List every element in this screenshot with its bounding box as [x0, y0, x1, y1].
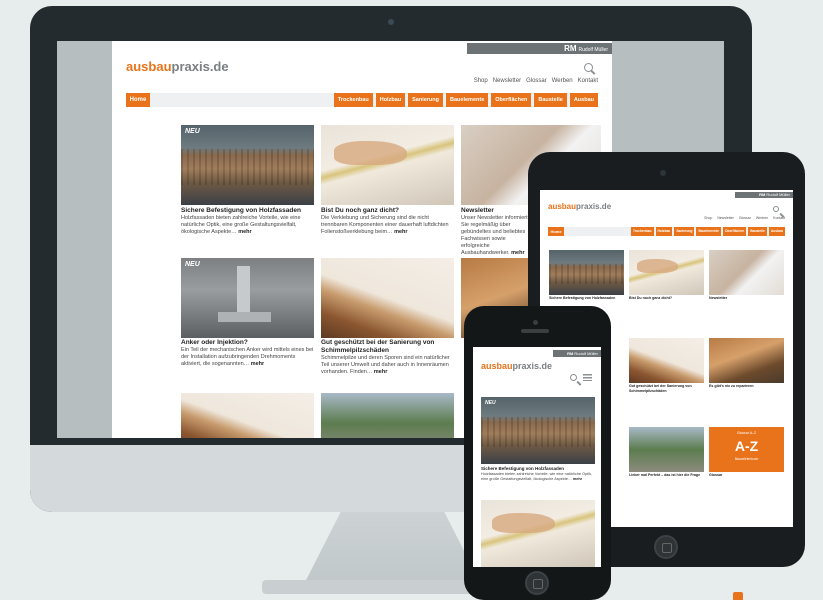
article-teaser: Holzfassaden bieten zahlreiche Vorteile,… [181, 215, 301, 235]
more-link[interactable]: mehr [511, 250, 524, 256]
article-image[interactable] [629, 338, 704, 383]
article-title[interactable]: Newsletter [709, 296, 784, 301]
glossary-tile[interactable]: Glossar A–Z A-Z Bauwörterbuch [709, 427, 784, 472]
publisher-brand[interactable]: RM Rudolf Müller [759, 191, 790, 198]
article-title[interactable]: Lieber mal Perfekt – das ist hier die Fr… [629, 473, 704, 478]
nav-item-bauelemente[interactable]: Bauelemente [446, 93, 489, 107]
nav-item-trockenbau[interactable]: Trockenbau [333, 93, 373, 107]
article-teaser: Die Verklebung und Sicherung sind die ni… [321, 215, 449, 235]
article-image[interactable] [321, 125, 454, 205]
article-image[interactable] [321, 258, 454, 338]
article-caption: Anker oder Injektion? Ein Teil der mecha… [181, 339, 314, 368]
article-image[interactable] [629, 250, 704, 295]
article-caption: Sichere Befestigung von Holzfassaden Hol… [481, 466, 595, 482]
article-title[interactable]: Sichere Befestigung von Holzfassaden [181, 207, 314, 215]
more-link[interactable]: mehr [573, 477, 582, 481]
main-nav: Home Trockenbau Holzbau Sanierung Bauele… [548, 227, 785, 236]
article-image[interactable] [709, 250, 784, 295]
glossary-az-mark: A-Z [734, 438, 759, 454]
site-logo[interactable]: ausbaupraxis.de [126, 59, 229, 74]
corner-accent-mark [733, 592, 743, 600]
nav-home[interactable]: Home [548, 227, 564, 236]
new-badge: NEU [185, 128, 200, 135]
article-title[interactable]: Bist Du noch ganz dicht? [629, 296, 704, 301]
nav-item-sanierung[interactable]: Sanierung [408, 93, 444, 107]
article-title[interactable]: Gut geschützt bei der Sanierung von Schi… [321, 339, 454, 355]
article-image[interactable] [181, 393, 314, 438]
nav-item-ausbau[interactable]: Ausbau [569, 93, 598, 107]
more-link[interactable]: mehr [394, 229, 407, 235]
article-image[interactable] [321, 393, 454, 438]
site-logo[interactable]: ausbaupraxis.de [481, 361, 552, 371]
article-teaser: Unser Newsletter informiert Sie regelmäß… [461, 215, 528, 256]
menu-icon[interactable] [583, 374, 592, 381]
nav-home[interactable]: Home [126, 93, 150, 107]
article-image[interactable] [629, 427, 704, 472]
nav-items: Trockenbau Holzbau Sanierung Bauelemente… [630, 227, 785, 236]
publisher-brand[interactable]: RM Rudolf Müller [567, 350, 598, 357]
phone-home-button[interactable] [525, 571, 549, 595]
new-badge: NEU [185, 261, 200, 268]
article-image[interactable] [709, 338, 784, 383]
article-image[interactable] [481, 500, 595, 567]
phone-webpage: RM Rudolf Müller ausbaupraxis.de NEU Sic… [473, 347, 601, 567]
article-title[interactable]: Es gibt’s nix zu reparieren [709, 384, 784, 389]
search-icon[interactable] [773, 206, 779, 212]
new-badge: NEU [485, 400, 496, 406]
nav-item-holzbau[interactable]: Holzbau [375, 93, 406, 107]
article-teaser: Ein Teil der mechanischen Anker wird mit… [181, 347, 314, 367]
article-title[interactable]: Glossar [709, 473, 784, 478]
tablet-home-button[interactable] [654, 535, 678, 559]
article-image[interactable]: NEU [181, 258, 314, 338]
tablet-camera [660, 170, 666, 176]
top-link-glossar[interactable]: Glossar [526, 78, 547, 84]
top-links: Shop Newsletter Glossar Werben Kontakt [704, 216, 785, 220]
publisher-brand[interactable]: RM Rudolf Müller [564, 43, 608, 54]
top-link-newsletter[interactable]: Newsletter [493, 78, 521, 84]
article-title[interactable]: Anker oder Injektion? [181, 339, 314, 347]
article-caption: Gut geschützt bei der Sanierung von Schi… [321, 339, 454, 376]
article-teaser: Schimmelpilze und deren Sporen sind ein … [321, 355, 450, 375]
article-teaser: Holzfassaden bieten zahlreiche Vorteile,… [481, 472, 593, 481]
main-nav: Home Trockenbau Holzbau Sanierung Bauele… [126, 93, 598, 107]
article-caption: Newsletter Unser Newsletter informiert S… [461, 207, 531, 257]
search-icon[interactable] [570, 374, 577, 381]
nav-item-oberflaechen[interactable]: Oberflächen [491, 93, 532, 107]
article-image[interactable]: NEU [181, 125, 314, 205]
top-link-kontakt[interactable]: Kontakt [578, 78, 598, 84]
article-caption: Sichere Befestigung von Holzfassaden Hol… [181, 207, 314, 236]
glossary-label-bottom: Bauwörterbuch [734, 457, 759, 461]
phone-camera [533, 320, 538, 325]
site-logo[interactable]: ausbaupraxis.de [548, 202, 611, 211]
article-image[interactable]: NEU [481, 397, 595, 464]
article-title[interactable]: Bist Du noch ganz dicht? [321, 207, 454, 215]
article-image[interactable] [549, 250, 624, 295]
more-link[interactable]: mehr [238, 229, 251, 235]
monitor-camera [388, 19, 394, 25]
search-icon[interactable] [584, 63, 593, 72]
article-caption: Bist Du noch ganz dicht? Die Verklebung … [321, 207, 454, 236]
glossary-label-top: Glossar A–Z [736, 431, 757, 435]
article-title[interactable]: Gut geschützt bei der Sanierung von Schi… [629, 384, 704, 394]
nav-items: Trockenbau Holzbau Sanierung Bauelemente… [333, 93, 598, 107]
article-title[interactable]: Sichere Befestigung von Holzfassaden [549, 296, 624, 301]
top-link-shop[interactable]: Shop [474, 78, 488, 84]
article-title[interactable]: Newsletter [461, 207, 531, 215]
more-link[interactable]: mehr [374, 369, 387, 375]
brand-bar: RM Rudolf Müller [112, 43, 612, 54]
nav-item-baustelle[interactable]: Baustelle [534, 93, 567, 107]
top-link-werben[interactable]: Werben [552, 78, 573, 84]
phone-speaker [521, 329, 549, 333]
top-links: Shop Newsletter Glossar Werben Kontakt [469, 78, 598, 84]
more-link[interactable]: mehr [251, 361, 264, 367]
